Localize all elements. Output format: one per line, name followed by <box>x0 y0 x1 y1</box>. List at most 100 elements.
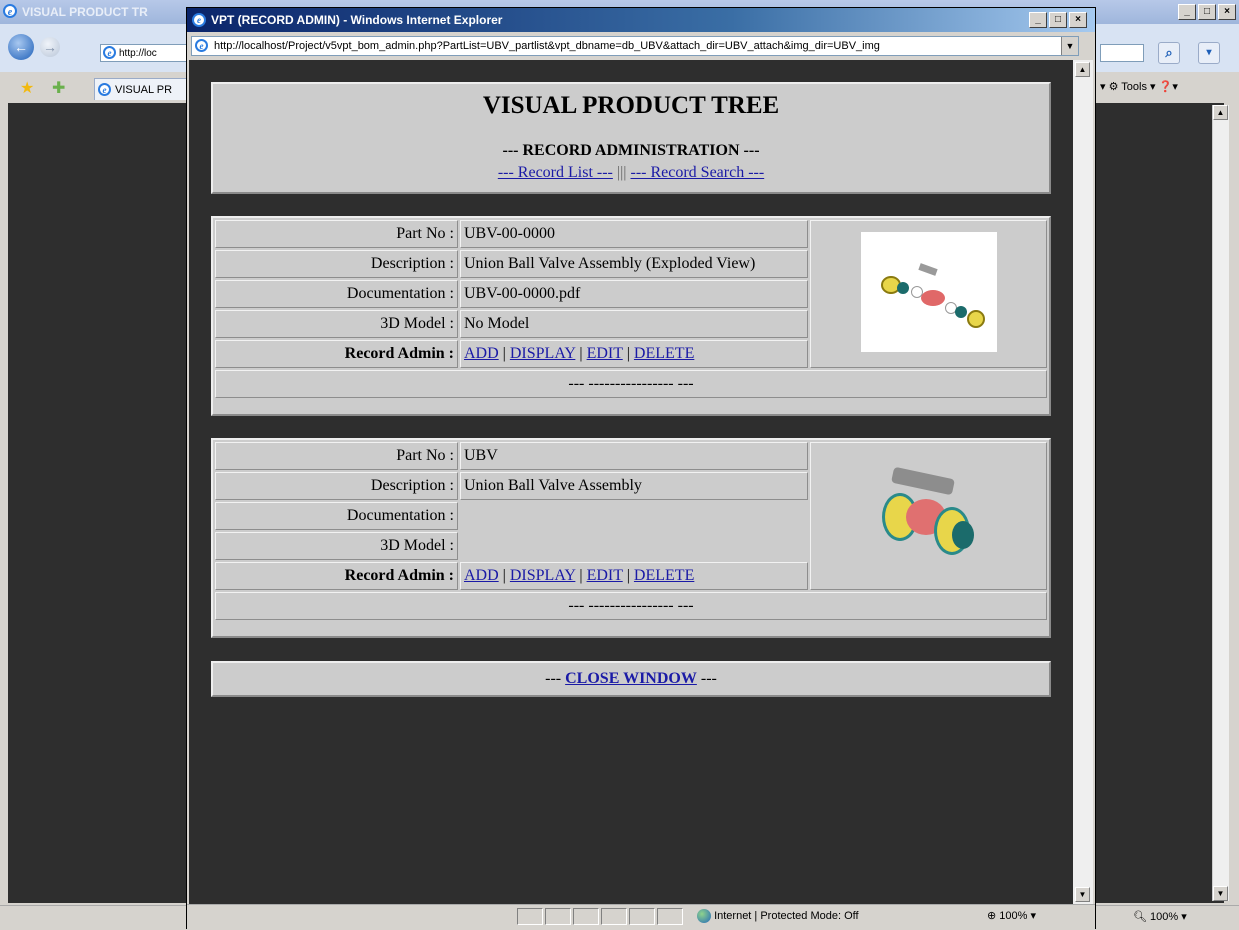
nut-part-icon <box>966 309 985 328</box>
documentation-value: UBV-00-0000.pdf <box>460 280 808 308</box>
search-options-icon[interactable]: ▾ <box>1198 42 1220 64</box>
status-cell <box>629 908 655 925</box>
background-window-controls: _ □ × <box>1178 4 1236 20</box>
record-table: Part No : UBV Description : Union Ball V… <box>213 440 1049 622</box>
end-part-icon <box>896 281 909 294</box>
popup-address-bar: e http://localhost/Project/v5vpt_bom_adm… <box>187 32 1095 60</box>
documentation-label: Documentation : <box>215 280 458 308</box>
forward-arrow-icon[interactable]: → <box>40 37 60 57</box>
model-label: 3D Model : <box>215 532 458 560</box>
action-separator: | <box>579 567 583 584</box>
record-search-link[interactable]: --- Record Search --- <box>630 164 764 181</box>
background-tools-menu[interactable]: ▾ ⚙ Tools ▾ ❓▾ <box>1100 80 1178 93</box>
action-separator: | <box>579 345 583 362</box>
maximize-icon[interactable]: □ <box>1049 12 1067 28</box>
page-icon: e <box>103 46 116 59</box>
close-window-link[interactable]: CLOSE WINDOW <box>565 670 697 687</box>
record-image-cell <box>810 442 1047 590</box>
close-prefix: --- <box>545 670 562 687</box>
record-panel-1: Part No : UBV-00-0000 Description: Unio… <box>211 216 1051 416</box>
add-link[interactable]: ADD <box>464 345 499 362</box>
add-favorites-icon[interactable]: ✚ <box>52 78 65 98</box>
ie-logo-icon: e <box>192 13 206 27</box>
valve-handle-icon <box>890 466 955 495</box>
background-address-field[interactable]: e http://loc <box>100 44 190 62</box>
description-label: Description : <box>215 472 458 500</box>
model-label: 3D Model : <box>215 310 458 338</box>
popup-browser-window: e VPT (RECORD ADMIN) - Windows Internet … <box>186 7 1096 929</box>
display-link[interactable]: DISPLAY <box>510 567 576 584</box>
scroll-up-icon[interactable]: ▲ <box>1213 105 1228 120</box>
link-separator: ||| <box>616 164 627 181</box>
scroll-up-icon[interactable]: ▲ <box>1075 62 1090 77</box>
description-label: Description : <box>215 250 458 278</box>
assembled-valve-thumbnail[interactable] <box>874 459 984 569</box>
status-cell <box>517 908 543 925</box>
maximize-icon[interactable]: □ <box>1198 4 1216 20</box>
background-search-field[interactable] <box>1100 44 1144 62</box>
scroll-down-icon[interactable]: ▼ <box>1213 886 1228 901</box>
delete-link[interactable]: DELETE <box>634 345 694 362</box>
record-admin-actions: ADD | DISPLAY | EDIT | DELETE <box>460 562 808 590</box>
record-footer: --- ---------------- --- <box>215 370 1047 398</box>
popup-address-field[interactable]: e http://localhost/Project/v5vpt_bom_adm… <box>191 36 1079 56</box>
zoom-icon: ⊕ <box>987 910 997 922</box>
status-cell <box>573 908 599 925</box>
background-window-title: VISUAL PRODUCT TR <box>22 5 148 19</box>
record-admin-actions: ADD | DISPLAY | EDIT | DELETE <box>460 340 808 368</box>
record-list-link[interactable]: --- Record List --- <box>498 164 613 181</box>
zoom-dropdown-icon: ▾ <box>1030 910 1037 922</box>
background-scrollbar[interactable]: ▲ ▼ <box>1212 105 1229 901</box>
part-no-label: Part No : <box>215 442 458 470</box>
description-value: Union Ball Valve Assembly <box>460 472 808 500</box>
body-part-icon <box>920 289 945 306</box>
record-panel-2: Part No : UBV Description : Union Ball V… <box>211 438 1051 638</box>
part-no-value: UBV-00-0000 <box>460 220 808 248</box>
tab-ie-icon: e <box>98 83 111 96</box>
exploded-valve-thumbnail[interactable] <box>860 231 997 352</box>
documentation-value <box>460 502 808 530</box>
page-icon: e <box>195 39 208 52</box>
record-footer: --- ---------------- --- <box>215 592 1047 620</box>
edit-link[interactable]: EDIT <box>587 567 623 584</box>
popup-window-title: VPT (RECORD ADMIN) - Windows Internet Ex… <box>211 13 503 27</box>
close-window-panel: --- CLOSE WINDOW --- <box>211 661 1051 697</box>
delete-link[interactable]: DELETE <box>634 567 694 584</box>
tools-gear-icon: ▾ ⚙ <box>1100 81 1122 93</box>
popup-window-controls: _ □ × <box>1029 12 1087 28</box>
close-icon[interactable]: × <box>1069 12 1087 28</box>
action-separator: | <box>502 567 506 584</box>
popup-title-bar[interactable]: e VPT (RECORD ADMIN) - Windows Internet … <box>187 8 1095 32</box>
address-dropdown-icon[interactable]: ▼ <box>1061 37 1078 55</box>
popup-zoom-control[interactable]: ⊕ 100% ▾ <box>987 909 1036 922</box>
record-admin-label: Record Admin : <box>215 562 458 590</box>
popup-scrollbar[interactable]: ▲ ▼ <box>1073 60 1093 904</box>
display-link[interactable]: DISPLAY <box>510 345 576 362</box>
background-zoom-control[interactable]: 🔍︎ 100% ▾ <box>1133 910 1187 923</box>
action-separator: | <box>626 345 630 362</box>
scroll-down-icon[interactable]: ▼ <box>1075 887 1090 902</box>
action-separator: | <box>626 567 630 584</box>
part-no-label: Part No : <box>215 220 458 248</box>
background-tab[interactable]: e VISUAL PR <box>94 78 190 100</box>
popup-url-text: http://localhost/Project/v5vpt_bom_admin… <box>214 40 880 52</box>
documentation-label: Documentation : <box>215 502 458 530</box>
back-arrow-icon[interactable]: ← <box>8 34 34 60</box>
favorites-star-icon[interactable]: ★ <box>20 78 34 98</box>
model-value <box>460 532 808 560</box>
popup-status-bar: Internet | Protected Mode: Off ⊕ 100% ▾ <box>187 904 1095 929</box>
close-icon[interactable]: × <box>1218 4 1236 20</box>
minimize-icon[interactable]: _ <box>1029 12 1047 28</box>
security-zone[interactable]: Internet | Protected Mode: Off <box>697 909 859 923</box>
add-link[interactable]: ADD <box>464 567 499 584</box>
header-links: --- Record List --- ||| --- Record Searc… <box>213 164 1049 182</box>
background-address-text: http://loc <box>119 48 157 59</box>
valve-end-icon <box>951 520 974 549</box>
tools-label: Tools <box>1121 81 1147 93</box>
search-icon[interactable]: ⌕ <box>1158 42 1180 64</box>
edit-link[interactable]: EDIT <box>587 345 623 362</box>
minimize-icon[interactable]: _ <box>1178 4 1196 20</box>
ie-logo-icon: e <box>3 4 17 18</box>
help-icon[interactable]: ▾ ❓▾ <box>1147 81 1178 93</box>
end-part-icon <box>954 305 967 318</box>
